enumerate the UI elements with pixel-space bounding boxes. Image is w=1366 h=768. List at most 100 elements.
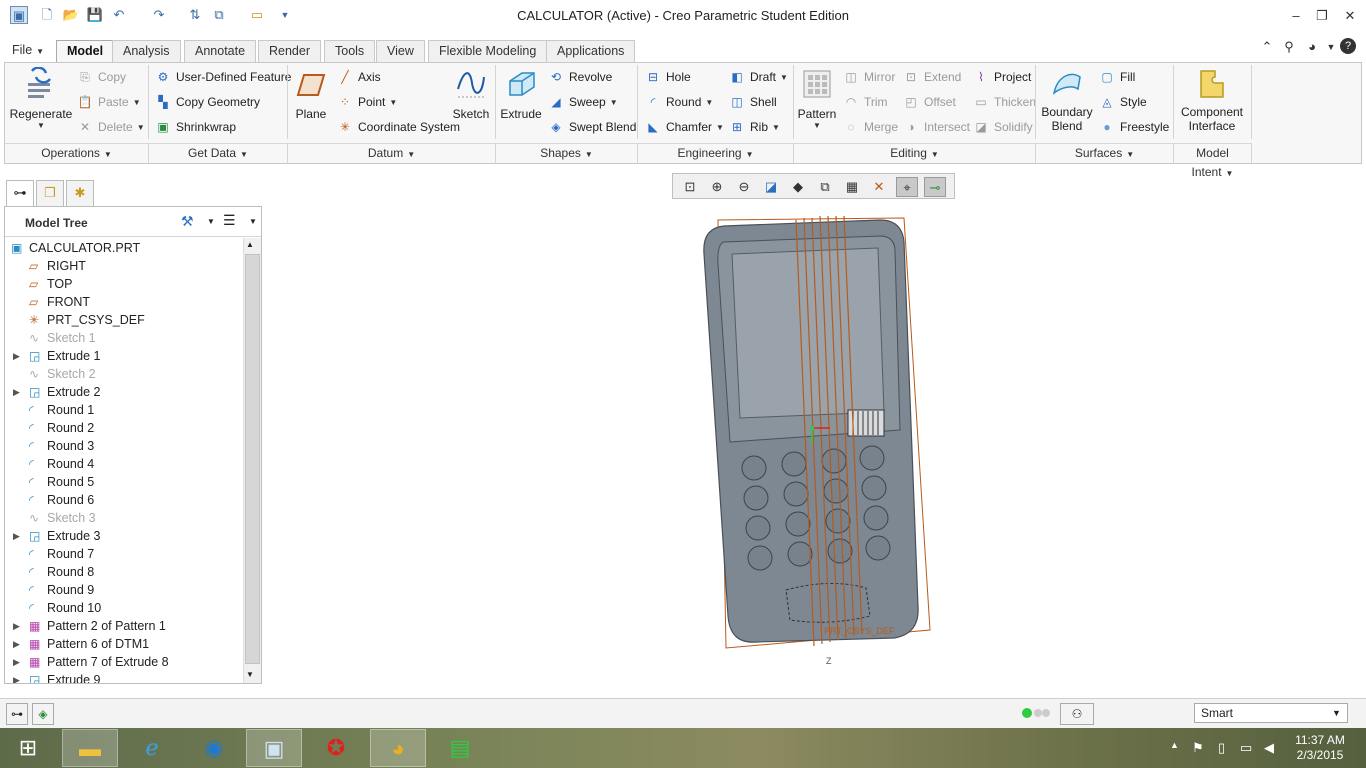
style-button[interactable]: ◬ Style bbox=[1099, 92, 1146, 112]
expand-arrow-icon[interactable]: ▶ bbox=[13, 653, 20, 671]
show-navigator-icon[interactable]: ⊶ bbox=[6, 703, 28, 725]
clock[interactable]: 11:37 AM 2/3/2015 bbox=[1290, 733, 1350, 763]
tree-settings-dropdown-icon[interactable]: ▼ bbox=[207, 217, 215, 226]
tree-item[interactable]: ▶ ◲ Extrude 1 bbox=[5, 347, 241, 365]
model-tree-tab-icon[interactable]: ⊶ bbox=[6, 180, 34, 206]
tray-network-alert-icon[interactable]: ⚑ bbox=[1192, 740, 1204, 756]
project-button[interactable]: ⌇ Project bbox=[973, 67, 1031, 87]
tab-annotate[interactable]: Annotate bbox=[184, 40, 257, 63]
tab-tools[interactable]: Tools bbox=[324, 40, 376, 63]
expand-arrow-icon[interactable]: ▶ bbox=[13, 347, 20, 365]
graphics-area[interactable]: PRT_CSYS_DEF Z bbox=[690, 206, 950, 666]
solidify-button[interactable]: ◪ Solidify bbox=[973, 117, 1032, 137]
tree-item[interactable]: ◜ Round 8 bbox=[5, 563, 241, 581]
tab-view[interactable]: View bbox=[376, 40, 425, 63]
freestyle-button[interactable]: ● Freestyle bbox=[1099, 117, 1169, 137]
swept-blend-button[interactable]: ◈ Swept Blend bbox=[548, 117, 636, 137]
tree-item[interactable]: ▶ ▦ Pattern 2 of Pattern 1 bbox=[5, 617, 241, 635]
scroll-thumb[interactable] bbox=[245, 254, 260, 664]
tree-item[interactable]: ◜ Round 5 bbox=[5, 473, 241, 491]
close-button[interactable]: ✕ bbox=[1338, 6, 1362, 26]
favorites-tab-icon[interactable]: ✱ bbox=[66, 180, 94, 206]
tree-item[interactable]: ✳ PRT_CSYS_DEF bbox=[5, 311, 241, 329]
regenerate-button[interactable]: Regenerate ▼ bbox=[10, 67, 72, 130]
help-center-icon[interactable]: ◕ bbox=[1303, 38, 1321, 56]
tree-scrollbar[interactable]: ▲ ▼ bbox=[243, 238, 261, 683]
fill-button[interactable]: ▢ Fill bbox=[1099, 67, 1135, 87]
tree-item[interactable]: ▶ ▦ Pattern 6 of DTM1 bbox=[5, 635, 241, 653]
tree-item[interactable]: ◜ Round 2 bbox=[5, 419, 241, 437]
minimize-ribbon-icon[interactable]: ⌃ bbox=[1258, 38, 1276, 56]
coordinate-system-button[interactable]: ✳ Coordinate System bbox=[337, 117, 460, 137]
intersect-button[interactable]: ◑ Intersect bbox=[903, 117, 970, 137]
trim-button[interactable]: ◠ Trim bbox=[843, 92, 888, 112]
extend-button[interactable]: ⊡ Extend bbox=[903, 67, 961, 87]
battery-icon[interactable]: ▯ bbox=[1218, 740, 1225, 756]
tab-render[interactable]: Render bbox=[258, 40, 321, 63]
copy-button[interactable]: ⎘ Copy bbox=[77, 67, 126, 87]
saved-orientations-icon[interactable]: ⧉ bbox=[814, 177, 836, 197]
internet-explorer-icon[interactable]: ℯ bbox=[124, 729, 180, 767]
repaint-icon[interactable]: ◪ bbox=[760, 177, 782, 197]
tree-item[interactable]: ◜ Round 7 bbox=[5, 545, 241, 563]
expand-arrow-icon[interactable]: ▶ bbox=[13, 617, 20, 635]
hole-button[interactable]: ⊟ Hole bbox=[645, 67, 691, 87]
group-shapes[interactable]: Shapes ▼ bbox=[496, 143, 637, 163]
tree-item[interactable]: ▱ RIGHT bbox=[5, 257, 241, 275]
tree-item[interactable]: ▶ ◲ Extrude 2 bbox=[5, 383, 241, 401]
show-columns-icon[interactable]: ☰ bbox=[223, 212, 236, 229]
tree-item[interactable]: ◜ Round 9 bbox=[5, 581, 241, 599]
shell-button[interactable]: ◫ Shell bbox=[729, 92, 776, 112]
tree-item[interactable]: ∿ Sketch 1 bbox=[5, 329, 241, 347]
thicken-button[interactable]: ▭ Thicken bbox=[973, 92, 1036, 112]
component-interface-button[interactable]: Component Interface bbox=[1177, 67, 1247, 133]
delete-button[interactable]: ✕ Delete ▼ bbox=[77, 117, 145, 137]
display-icon[interactable]: ▭ bbox=[1240, 740, 1252, 756]
plane-button[interactable]: Plane bbox=[293, 67, 329, 121]
sketch-button[interactable]: Sketch bbox=[451, 67, 491, 121]
expand-arrow-icon[interactable]: ▶ bbox=[13, 383, 20, 401]
tree-item[interactable]: ∿ Sketch 2 bbox=[5, 365, 241, 383]
chamfer-button[interactable]: ◣ Chamfer ▼ bbox=[645, 117, 724, 137]
volume-icon[interactable]: ◀ bbox=[1264, 740, 1274, 756]
group-surfaces[interactable]: Surfaces ▼ bbox=[1036, 143, 1173, 163]
zoom-in-icon[interactable]: ⊕ bbox=[706, 177, 728, 197]
tab-file[interactable]: File ▼ bbox=[2, 40, 54, 63]
revolve-button[interactable]: ⟲ Revolve bbox=[548, 67, 612, 87]
minimize-button[interactable]: – bbox=[1284, 6, 1308, 26]
scroll-down-icon[interactable]: ▼ bbox=[246, 670, 254, 679]
tray-expand-icon[interactable]: ▲ bbox=[1170, 740, 1179, 750]
expand-arrow-icon[interactable]: ▶ bbox=[13, 671, 20, 683]
refit-icon[interactable]: ⊡ bbox=[679, 177, 701, 197]
pattern-button[interactable]: Pattern ▼ bbox=[797, 67, 837, 130]
tree-item[interactable]: ◜ Round 4 bbox=[5, 455, 241, 473]
tree-item[interactable]: ▶ ▦ Pattern 7 of Extrude 8 bbox=[5, 653, 241, 671]
tree-item[interactable]: ▶ ◲ Extrude 9 bbox=[5, 671, 241, 683]
paste-button[interactable]: 📋 Paste ▼ bbox=[77, 92, 141, 112]
group-operations[interactable]: Operations ▼ bbox=[5, 143, 148, 163]
offset-button[interactable]: ◰ Offset bbox=[903, 92, 955, 112]
sweep-button[interactable]: ◢ Sweep ▼ bbox=[548, 92, 617, 112]
tree-item[interactable]: ∿ Sketch 3 bbox=[5, 509, 241, 527]
group-get-data[interactable]: Get Data ▼ bbox=[149, 143, 287, 163]
rib-button[interactable]: ⊞ Rib ▼ bbox=[729, 117, 780, 137]
spin-center-icon[interactable]: ⌖ bbox=[896, 177, 918, 197]
find-icon[interactable]: ⚇ bbox=[1060, 703, 1094, 725]
tree-item[interactable]: ◜ Round 6 bbox=[5, 491, 241, 509]
search-icon[interactable]: ⚲ bbox=[1280, 38, 1298, 56]
tree-settings-icon[interactable]: ⚒ bbox=[181, 213, 194, 230]
expand-arrow-icon[interactable]: ▶ bbox=[13, 527, 20, 545]
user-defined-feature-button[interactable]: ⚙ User-Defined Feature bbox=[155, 67, 292, 87]
display-style-icon[interactable]: ◆ bbox=[787, 177, 809, 197]
tree-item[interactable]: ◜ Round 3 bbox=[5, 437, 241, 455]
copy-geometry-button[interactable]: ▚ Copy Geometry bbox=[155, 92, 260, 112]
show-browser-icon[interactable]: ◈ bbox=[32, 703, 54, 725]
restore-button[interactable]: ❐ bbox=[1310, 6, 1334, 26]
merge-button[interactable]: ◌ Merge bbox=[843, 117, 898, 137]
help-dropdown-icon[interactable]: ▼ bbox=[1322, 38, 1340, 56]
round-button[interactable]: ◜ Round ▼ bbox=[645, 92, 714, 112]
mirror-button[interactable]: ◫ Mirror bbox=[843, 67, 895, 87]
tree-item[interactable]: ▱ FRONT bbox=[5, 293, 241, 311]
tree-item[interactable]: ◜ Round 1 bbox=[5, 401, 241, 419]
start-icon[interactable]: ⊞ bbox=[0, 729, 56, 767]
